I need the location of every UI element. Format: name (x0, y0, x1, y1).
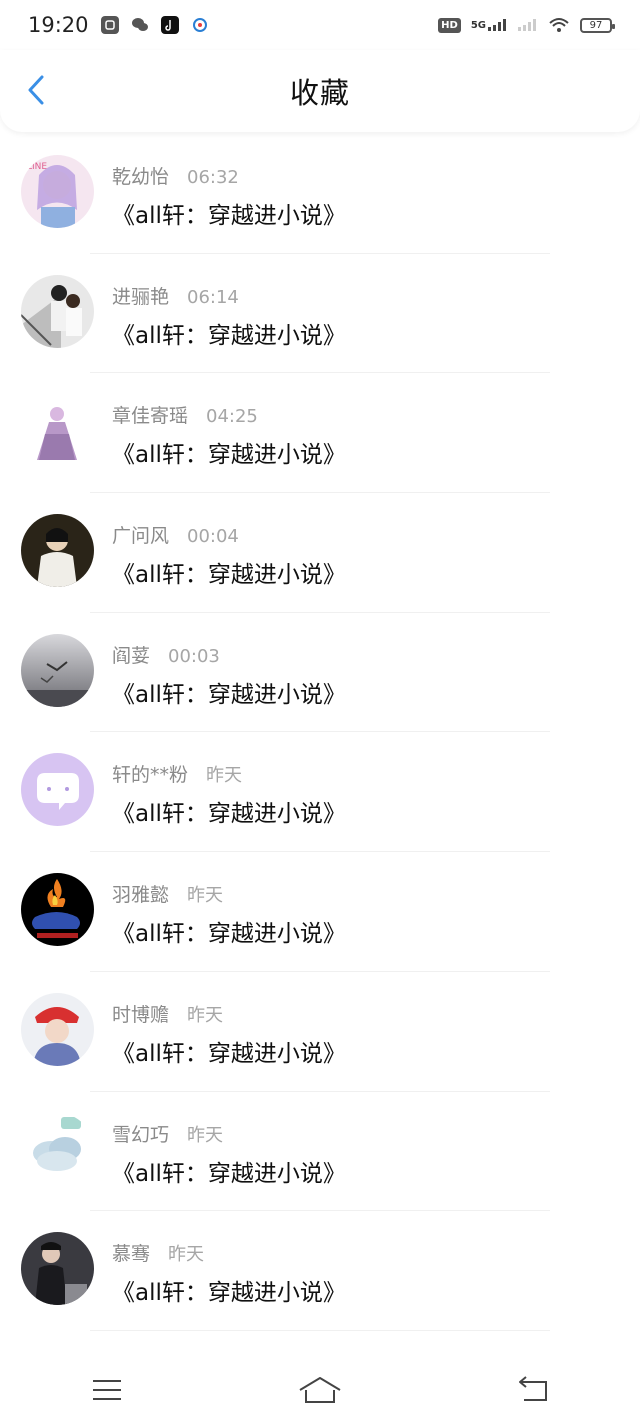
item-time: 昨天 (187, 1124, 224, 1146)
list-item[interactable]: 轩的**粉 昨天 《all轩：穿越进小说》 (0, 732, 640, 853)
user-name: 阎荽 (112, 644, 151, 667)
signal-icon (488, 19, 506, 31)
avatar[interactable] (21, 873, 94, 947)
item-time: 00:04 (187, 526, 239, 548)
avatar[interactable] (21, 1232, 94, 1306)
list-item[interactable]: 广问风 00:04 《all轩：穿越进小说》 (0, 493, 640, 613)
status-time: 19:20 (28, 13, 89, 37)
book-title[interactable]: 《all轩：穿越进小说》 (112, 914, 346, 948)
avatar[interactable] (21, 753, 94, 827)
list-item[interactable]: 羽雅懿 昨天 《all轩：穿越进小说》 (0, 852, 640, 972)
status-left: 19:20 (28, 13, 209, 37)
signal-5g: 5G (471, 19, 508, 31)
menu-icon (92, 1380, 121, 1400)
user-name: 慕骞 (112, 1243, 151, 1266)
book-title[interactable]: 《all轩：穿越进小说》 (112, 196, 346, 230)
chevron-left-icon (28, 75, 44, 105)
user-name: 章佳寄瑶 (112, 405, 189, 428)
book-title[interactable]: 《all轩：穿越进小说》 (112, 1154, 346, 1188)
battery-icon: 97 (580, 17, 615, 33)
item-meta: 阎荽 00:03 (112, 641, 220, 668)
status-right: HD 5G 97 (438, 17, 615, 33)
item-time: 04:25 (206, 406, 258, 428)
item-meta: 乾幼怡 06:32 (112, 162, 239, 189)
item-time: 昨天 (206, 765, 243, 787)
list-item[interactable]: 慕骞 昨天 《all轩：穿越进小说》 (0, 1211, 640, 1331)
item-meta: 羽雅懿 昨天 (112, 880, 223, 907)
list-item[interactable]: 时博赡 昨天 《all轩：穿越进小说》 (0, 972, 640, 1092)
browser-icon (191, 16, 209, 34)
favorites-list: LINE 乾幼怡 06:32 《all轩：穿越进小说》 进骊艳 06:14 《a… (0, 134, 640, 1331)
user-name: 广问风 (112, 525, 170, 548)
user-name: 轩的**粉 (112, 764, 189, 787)
wifi-icon (549, 18, 569, 32)
list-item[interactable]: 章佳寄瑶 04:25 《all轩：穿越进小说》 (0, 373, 640, 494)
avatar[interactable] (21, 633, 94, 707)
item-meta: 广问风 00:04 (112, 521, 239, 548)
item-meta: 进骊艳 06:14 (112, 282, 239, 309)
item-meta: 雪幻巧 昨天 (112, 1120, 223, 1147)
item-time: 昨天 (187, 885, 224, 907)
back-button[interactable] (18, 72, 54, 108)
book-title[interactable]: 《all轩：穿越进小说》 (112, 1034, 346, 1068)
avatar[interactable] (21, 394, 94, 468)
item-time: 06:14 (187, 286, 239, 308)
user-name: 进骊艳 (112, 285, 170, 308)
battery-level: 97 (589, 19, 603, 31)
book-title[interactable]: 《all轩：穿越进小说》 (112, 316, 346, 350)
back-icon (519, 1376, 548, 1401)
system-nav-bar (0, 1360, 640, 1420)
avatar[interactable] (21, 514, 94, 588)
home-icon (299, 1377, 341, 1403)
status-bar: 19:20 HD 5G 97 (0, 0, 640, 50)
book-title[interactable]: 《all轩：穿越进小说》 (112, 555, 346, 589)
user-name: 乾幼怡 (112, 166, 170, 188)
book-title[interactable]: 《all轩：穿越进小说》 (112, 435, 346, 469)
item-time: 00:03 (168, 645, 220, 667)
item-meta: 章佳寄瑶 04:25 (112, 401, 258, 428)
item-meta: 慕骞 昨天 (112, 1239, 204, 1266)
item-time: 昨天 (168, 1244, 205, 1266)
list-item[interactable]: 进骊艳 06:14 《all轩：穿越进小说》 (0, 254, 640, 374)
network-type: 5G (470, 20, 486, 31)
list-item[interactable]: LINE 乾幼怡 06:32 《all轩：穿越进小说》 (0, 134, 640, 254)
hd-badge: HD (438, 17, 461, 33)
avatar[interactable]: LINE (21, 155, 94, 228)
signal-2-icon (518, 19, 536, 31)
svg-text:LINE: LINE (27, 162, 47, 172)
list-item[interactable]: 阎荽 00:03 《all轩：穿越进小说》 (0, 613, 640, 733)
user-name: 雪幻巧 (112, 1123, 170, 1146)
back-nav-button[interactable] (503, 1370, 563, 1410)
item-time: 昨天 (187, 1004, 224, 1026)
page-title: 收藏 (289, 76, 350, 110)
item-meta: 时博赡 昨天 (112, 1000, 223, 1027)
user-name: 羽雅懿 (112, 884, 170, 907)
divider (90, 1329, 550, 1331)
avatar[interactable] (21, 992, 94, 1066)
avatar[interactable] (21, 274, 94, 348)
app-notification-icon (100, 16, 119, 34)
list-item[interactable]: 雪幻巧 昨天 《all轩：穿越进小说》 (0, 1092, 640, 1212)
book-title[interactable]: 《all轩：穿越进小说》 (112, 1273, 346, 1307)
menu-button[interactable] (77, 1370, 137, 1410)
item-time: 06:32 (187, 167, 239, 188)
book-title[interactable]: 《all轩：穿越进小说》 (112, 675, 346, 709)
tiktok-icon (160, 16, 179, 34)
home-button[interactable] (290, 1370, 350, 1410)
avatar[interactable] (21, 1112, 94, 1186)
user-name: 时博赡 (112, 1003, 170, 1026)
item-meta: 轩的**粉 昨天 (112, 760, 242, 787)
header: 收藏 (0, 50, 640, 132)
wechat-icon (131, 16, 149, 34)
book-title[interactable]: 《all轩：穿越进小说》 (112, 794, 346, 828)
